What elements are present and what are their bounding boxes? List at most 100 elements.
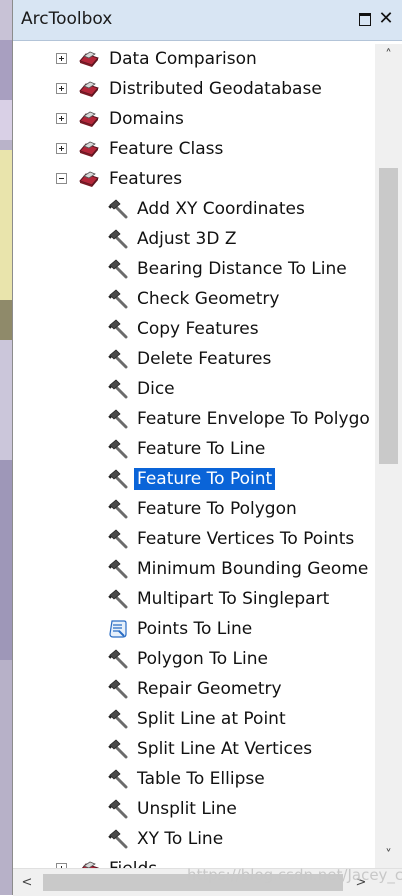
tool-label: Copy Features bbox=[137, 319, 259, 339]
hammer-icon bbox=[107, 469, 129, 489]
tool-minimum-bounding-geome[interactable]: Minimum Bounding Geome bbox=[13, 554, 375, 584]
toolbox-icon bbox=[78, 79, 100, 99]
hammer-icon bbox=[107, 559, 129, 579]
tool-table-to-ellipse[interactable]: Table To Ellipse bbox=[13, 764, 375, 794]
toolset-label: Features bbox=[109, 169, 183, 189]
tool-adjust-3d-z[interactable]: Adjust 3D Z bbox=[13, 224, 375, 254]
toolbox-tree[interactable]: Data Comparison Distributed Geodatabase Do… bbox=[13, 44, 375, 868]
toolset-feature-class[interactable]: Feature Class bbox=[13, 134, 375, 164]
chevron-left-icon: < bbox=[21, 875, 33, 890]
tool-label: Minimum Bounding Geome bbox=[137, 559, 369, 579]
tool-label: Feature To Point bbox=[134, 468, 276, 490]
hammer-icon bbox=[107, 499, 129, 519]
window-title: ArcToolbox bbox=[21, 9, 113, 29]
tool-bearing-distance-to-line[interactable]: Bearing Distance To Line bbox=[13, 254, 375, 284]
expand-icon[interactable] bbox=[56, 83, 67, 94]
tool-label: Split Line at Point bbox=[137, 709, 286, 729]
hammer-icon bbox=[107, 649, 129, 669]
toolbox-icon bbox=[78, 49, 100, 69]
chevron-up-icon: ˄ bbox=[385, 48, 392, 63]
tool-label: XY To Line bbox=[137, 829, 224, 849]
tool-label: Feature Envelope To Polygo bbox=[137, 409, 370, 429]
tool-label: Split Line At Vertices bbox=[137, 739, 313, 759]
watermark: https://blog.csdn.net/Jacey_cai bbox=[187, 866, 402, 884]
toolset-label: Feature Class bbox=[109, 139, 224, 159]
tool-label: Check Geometry bbox=[137, 289, 280, 309]
expand-icon[interactable] bbox=[56, 113, 67, 124]
tool-label: Multipart To Singlepart bbox=[137, 589, 330, 609]
tool-add-xy-coordinates[interactable]: Add XY Coordinates bbox=[13, 194, 375, 224]
tool-feature-vertices-to-points[interactable]: Feature Vertices To Points bbox=[13, 524, 375, 554]
tool-label: Add XY Coordinates bbox=[137, 199, 305, 219]
float-window-button[interactable] bbox=[356, 9, 374, 29]
toolset-domains[interactable]: Domains bbox=[13, 104, 375, 134]
map-view-edge bbox=[0, 0, 12, 895]
tool-feature-to-point[interactable]: Feature To Point bbox=[13, 464, 375, 494]
tool-repair-geometry[interactable]: Repair Geometry bbox=[13, 674, 375, 704]
tool-label: Adjust 3D Z bbox=[137, 229, 237, 249]
toolset-label: Fields bbox=[106, 858, 160, 868]
tool-multipart-to-singlepart[interactable]: Multipart To Singlepart bbox=[13, 584, 375, 614]
tool-label: Bearing Distance To Line bbox=[137, 259, 347, 279]
tool-copy-features[interactable]: Copy Features bbox=[13, 314, 375, 344]
hammer-icon bbox=[107, 259, 129, 279]
toolset-label: Data Comparison bbox=[109, 49, 257, 69]
hammer-icon bbox=[107, 679, 129, 699]
arctoolbox-panel: ArcToolbox ✕ Data Comparison Distributed … bbox=[13, 0, 402, 896]
tool-label: Polygon To Line bbox=[137, 649, 268, 669]
tool-label: Repair Geometry bbox=[137, 679, 282, 699]
vertical-scrollbar[interactable]: ˄ ˅ bbox=[375, 44, 402, 868]
hammer-icon bbox=[107, 709, 129, 729]
hammer-icon bbox=[107, 349, 129, 369]
tool-points-to-line[interactable]: Points To Line bbox=[13, 614, 375, 644]
toolset-data-comparison[interactable]: Data Comparison bbox=[13, 44, 375, 74]
hammer-icon bbox=[107, 439, 129, 459]
hammer-icon bbox=[107, 289, 129, 309]
title-bar[interactable]: ArcToolbox ✕ bbox=[13, 0, 402, 41]
tool-split-line-at-point[interactable]: Split Line at Point bbox=[13, 704, 375, 734]
toolbox-icon bbox=[78, 169, 100, 189]
tool-check-geometry[interactable]: Check Geometry bbox=[13, 284, 375, 314]
expand-icon[interactable] bbox=[56, 143, 67, 154]
tool-polygon-to-line[interactable]: Polygon To Line bbox=[13, 644, 375, 674]
hammer-icon bbox=[107, 769, 129, 789]
tool-label: Dice bbox=[137, 379, 175, 399]
hammer-icon bbox=[107, 229, 129, 249]
hammer-icon bbox=[107, 589, 129, 609]
tool-xy-to-line[interactable]: XY To Line bbox=[13, 824, 375, 854]
toolbox-icon bbox=[78, 139, 100, 159]
hammer-icon bbox=[107, 379, 129, 399]
expand-icon[interactable] bbox=[56, 53, 67, 64]
toolset-features[interactable]: Features bbox=[13, 164, 375, 194]
restore-icon bbox=[359, 13, 371, 26]
hammer-icon bbox=[107, 529, 129, 549]
hammer-icon bbox=[107, 799, 129, 819]
hammer-icon bbox=[107, 319, 129, 339]
hammer-icon bbox=[107, 829, 129, 849]
tool-label: Delete Features bbox=[137, 349, 272, 369]
tool-label: Feature To Line bbox=[137, 439, 266, 459]
chevron-down-icon: ˅ bbox=[385, 848, 392, 863]
toolset-distributed-geodatabase[interactable]: Distributed Geodatabase bbox=[13, 74, 375, 104]
scroll-up-button[interactable]: ˄ bbox=[375, 44, 402, 68]
close-button[interactable]: ✕ bbox=[377, 9, 395, 29]
tool-split-line-at-vertices[interactable]: Split Line At Vertices bbox=[13, 734, 375, 764]
tool-label: Table To Ellipse bbox=[137, 769, 265, 789]
vertical-scroll-thumb[interactable] bbox=[379, 168, 398, 464]
hammer-icon bbox=[107, 739, 129, 759]
toolbox-icon bbox=[78, 859, 100, 868]
tool-label: Feature To Polygon bbox=[137, 499, 297, 519]
collapse-icon[interactable] bbox=[56, 173, 67, 184]
tool-feature-envelope-to-polygo[interactable]: Feature Envelope To Polygo bbox=[13, 404, 375, 434]
scroll-left-button[interactable]: < bbox=[15, 869, 39, 896]
toolbox-icon bbox=[78, 109, 100, 129]
hammer-icon bbox=[107, 409, 129, 429]
tool-label: Unsplit Line bbox=[137, 799, 237, 819]
tool-feature-to-line[interactable]: Feature To Line bbox=[13, 434, 375, 464]
tool-delete-features[interactable]: Delete Features bbox=[13, 344, 375, 374]
tool-feature-to-polygon[interactable]: Feature To Polygon bbox=[13, 494, 375, 524]
tool-dice[interactable]: Dice bbox=[13, 374, 375, 404]
tool-unsplit-line[interactable]: Unsplit Line bbox=[13, 794, 375, 824]
tool-label: Feature Vertices To Points bbox=[137, 529, 355, 549]
scroll-down-button[interactable]: ˅ bbox=[375, 844, 402, 868]
